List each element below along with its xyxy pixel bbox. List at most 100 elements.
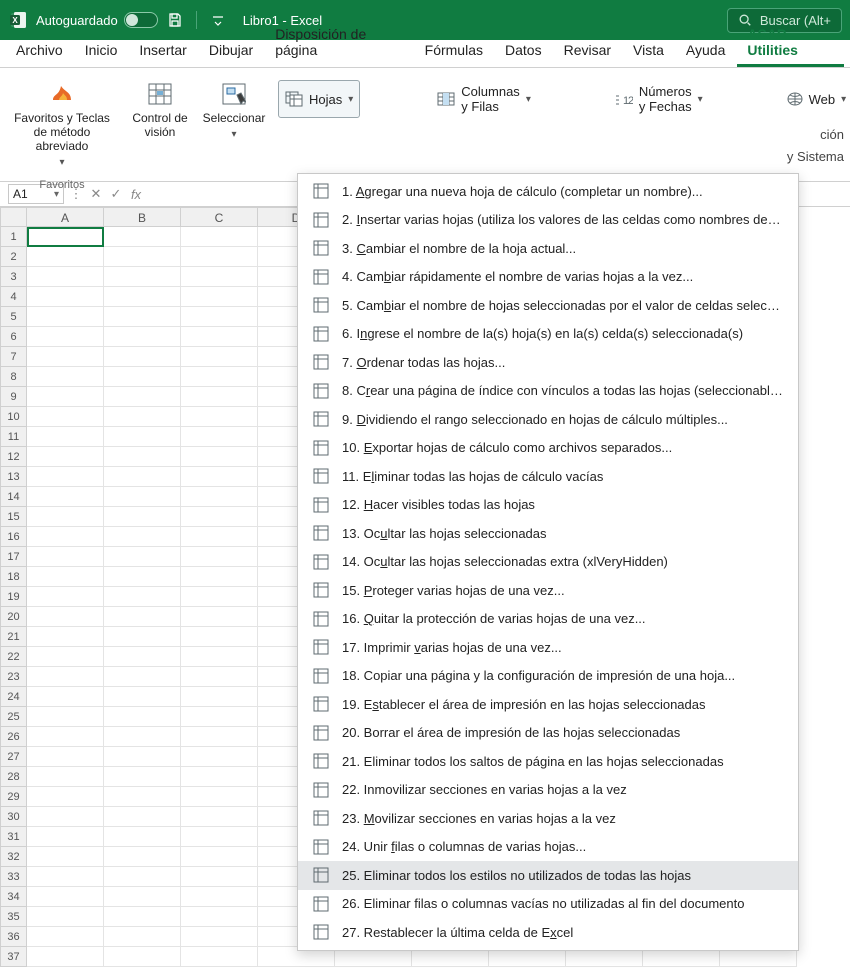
cell[interactable] xyxy=(27,827,104,847)
cell[interactable] xyxy=(104,607,181,627)
cell[interactable] xyxy=(181,847,258,867)
cell[interactable] xyxy=(27,527,104,547)
menu-item-18[interactable]: 18. Copiar una página y la configuración… xyxy=(298,662,798,691)
fx-icon[interactable]: fx xyxy=(128,187,144,202)
menu-item-9[interactable]: 9. Dividiendo el rango seleccionado en h… xyxy=(298,405,798,434)
row-header[interactable]: 30 xyxy=(0,807,27,827)
row-header[interactable]: 2 xyxy=(0,247,27,267)
menu-item-21[interactable]: 21. Eliminar todos los saltos de página … xyxy=(298,747,798,776)
cell[interactable] xyxy=(104,307,181,327)
cell[interactable] xyxy=(181,547,258,567)
row-header[interactable]: 3 xyxy=(0,267,27,287)
cell[interactable] xyxy=(27,247,104,267)
cell[interactable] xyxy=(181,267,258,287)
cell[interactable] xyxy=(104,507,181,527)
cell[interactable] xyxy=(104,527,181,547)
cell[interactable] xyxy=(181,787,258,807)
cell[interactable] xyxy=(181,307,258,327)
cell[interactable] xyxy=(27,447,104,467)
cell[interactable] xyxy=(27,547,104,567)
cell[interactable] xyxy=(27,607,104,627)
cell[interactable] xyxy=(104,687,181,707)
hojas-dropdown[interactable]: Hojas ▾ xyxy=(278,80,360,118)
cell[interactable] xyxy=(104,347,181,367)
menu-item-15[interactable]: 15. Proteger varias hojas de una vez... xyxy=(298,576,798,605)
save-icon[interactable] xyxy=(166,11,184,29)
cell[interactable] xyxy=(104,367,181,387)
cell[interactable] xyxy=(27,507,104,527)
column-header[interactable]: C xyxy=(181,207,258,227)
tab-dibujar[interactable]: Dibujar xyxy=(199,37,263,67)
cell[interactable] xyxy=(27,647,104,667)
cell[interactable] xyxy=(27,267,104,287)
cell[interactable] xyxy=(104,947,181,967)
cell[interactable] xyxy=(27,867,104,887)
menu-item-27[interactable]: 27. Restablecer la última celda de Excel xyxy=(298,918,798,947)
menu-item-11[interactable]: 11. Eliminar todas las hojas de cálculo … xyxy=(298,462,798,491)
cell[interactable] xyxy=(104,487,181,507)
menu-item-16[interactable]: 16. Quitar la protección de varias hojas… xyxy=(298,605,798,634)
row-header[interactable]: 4 xyxy=(0,287,27,307)
menu-item-20[interactable]: 20. Borrar el área de impresión de las h… xyxy=(298,719,798,748)
tab-insertar[interactable]: Insertar xyxy=(129,37,196,67)
row-header[interactable]: 36 xyxy=(0,927,27,947)
menu-item-26[interactable]: 26. Eliminar filas o columnas vacías no … xyxy=(298,890,798,919)
cell[interactable] xyxy=(181,647,258,667)
select-all-corner[interactable] xyxy=(0,207,27,227)
cell[interactable] xyxy=(27,427,104,447)
cell[interactable] xyxy=(27,807,104,827)
cell[interactable] xyxy=(181,627,258,647)
customize-qat-icon[interactable] xyxy=(209,11,227,29)
tab-disposición-de-página[interactable]: Disposición de página xyxy=(265,21,412,67)
cell[interactable] xyxy=(27,467,104,487)
row-header[interactable]: 12 xyxy=(0,447,27,467)
cell[interactable] xyxy=(27,887,104,907)
cell[interactable] xyxy=(27,787,104,807)
row-header[interactable]: 6 xyxy=(0,327,27,347)
cell[interactable] xyxy=(181,287,258,307)
cell[interactable] xyxy=(181,767,258,787)
menu-item-5[interactable]: 5. Cambiar el nombre de hojas selecciona… xyxy=(298,291,798,320)
cell[interactable] xyxy=(104,647,181,667)
cell[interactable] xyxy=(181,907,258,927)
cell[interactable] xyxy=(181,867,258,887)
menu-item-25[interactable]: 25. Eliminar todos los estilos no utiliz… xyxy=(298,861,798,890)
cell[interactable] xyxy=(104,827,181,847)
autosave-toggle[interactable]: Autoguardado xyxy=(36,12,158,28)
cell[interactable] xyxy=(181,427,258,447)
row-header[interactable]: 10 xyxy=(0,407,27,427)
menu-item-4[interactable]: 4. Cambiar rápidamente el nombre de vari… xyxy=(298,263,798,292)
cell[interactable] xyxy=(27,347,104,367)
menu-item-8[interactable]: 8. Crear una página de índice con víncul… xyxy=(298,377,798,406)
cell[interactable] xyxy=(181,467,258,487)
cell[interactable] xyxy=(27,367,104,387)
select-button[interactable]: Seleccionar ▾ xyxy=(204,80,264,142)
cell[interactable] xyxy=(181,807,258,827)
cell[interactable] xyxy=(104,727,181,747)
row-header[interactable]: 24 xyxy=(0,687,27,707)
cell[interactable] xyxy=(104,807,181,827)
menu-item-23[interactable]: 23. Movilizar secciones en varias hojas … xyxy=(298,804,798,833)
row-header[interactable]: 18 xyxy=(0,567,27,587)
cell[interactable] xyxy=(104,267,181,287)
cell[interactable] xyxy=(27,287,104,307)
row-header[interactable]: 27 xyxy=(0,747,27,767)
cell[interactable] xyxy=(181,667,258,687)
cell[interactable] xyxy=(104,627,181,647)
cell[interactable] xyxy=(181,927,258,947)
menu-item-17[interactable]: 17. Imprimir varias hojas de una vez... xyxy=(298,633,798,662)
cell[interactable] xyxy=(181,587,258,607)
cell[interactable] xyxy=(181,727,258,747)
cell[interactable] xyxy=(104,427,181,447)
tab-ayuda[interactable]: Ayuda xyxy=(676,37,735,67)
cell[interactable] xyxy=(181,227,258,247)
cell[interactable] xyxy=(104,227,181,247)
cell[interactable] xyxy=(181,367,258,387)
cell[interactable] xyxy=(104,447,181,467)
cell[interactable] xyxy=(181,687,258,707)
menu-item-6[interactable]: 6. Ingrese el nombre de la(s) hoja(s) en… xyxy=(298,320,798,349)
cell[interactable] xyxy=(181,407,258,427)
cell[interactable] xyxy=(181,527,258,547)
favorites-shortcuts-button[interactable]: Favoritos y Teclas de método abreviado ▾ xyxy=(8,80,116,170)
cell[interactable] xyxy=(104,847,181,867)
